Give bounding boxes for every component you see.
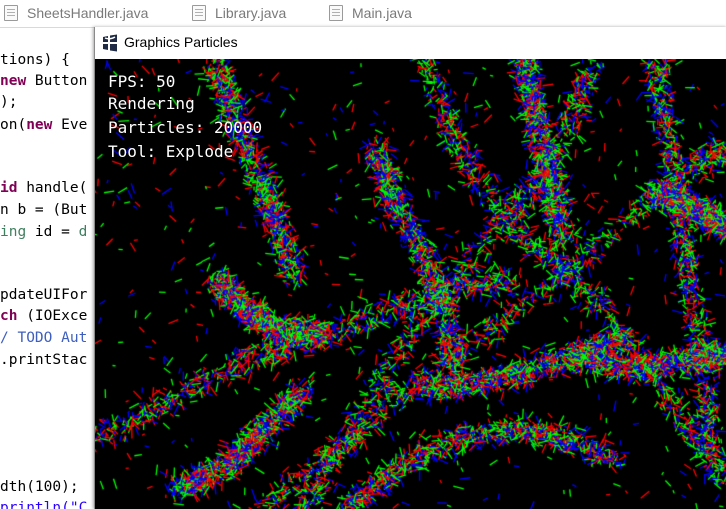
code-line: ch (IOExce <box>0 308 88 324</box>
code-line: println("C <box>0 500 88 509</box>
java-app-icon <box>103 34 117 52</box>
tab-label: Main.java <box>352 5 412 21</box>
window-title: Graphics Particles <box>124 34 238 50</box>
desktop: SheetsHandler.java Library.java Main.jav… <box>0 0 726 509</box>
code-line: / TODO Aut <box>0 330 88 346</box>
java-file-icon <box>4 5 18 21</box>
tab-library[interactable]: Library.java <box>192 4 286 22</box>
tab-main[interactable]: Main.java <box>329 4 412 22</box>
code-editor[interactable]: tions) { new Button ); on(new Eve id han… <box>0 28 100 509</box>
window-title-bar[interactable]: Graphics Particles <box>95 27 726 59</box>
code-line: new Button <box>0 73 88 89</box>
code-line: ing id = d <box>0 224 88 240</box>
particles-window: Graphics Particles FPS: 50 Rendering Par… <box>94 27 726 509</box>
fps-readout: FPS: 50 <box>108 72 176 91</box>
render-status: Rendering <box>108 94 195 113</box>
code-line: on(new Eve <box>0 117 88 133</box>
tab-sheetshandler[interactable]: SheetsHandler.java <box>4 4 148 22</box>
java-file-icon <box>192 5 206 21</box>
particle-canvas[interactable]: FPS: 50 Rendering Particles: 20000 Tool:… <box>95 59 726 509</box>
particle-count: Particles: 20000 <box>108 118 263 137</box>
tab-label: SheetsHandler.java <box>27 5 149 21</box>
ide-tab-bar: SheetsHandler.java Library.java Main.jav… <box>0 0 726 28</box>
code-line: id handle( <box>0 180 88 196</box>
code-line: tions) { <box>0 52 70 68</box>
code-line: ); <box>0 94 18 110</box>
java-file-icon <box>329 5 343 21</box>
code-line: dth(100); <box>0 479 79 495</box>
code-line: pdateUIFor <box>0 287 88 303</box>
current-tool: Tool: Explode <box>108 142 234 161</box>
code-line: n b = (But <box>0 202 88 218</box>
tab-label: Library.java <box>215 5 287 21</box>
code-line: .printStac <box>0 352 88 368</box>
